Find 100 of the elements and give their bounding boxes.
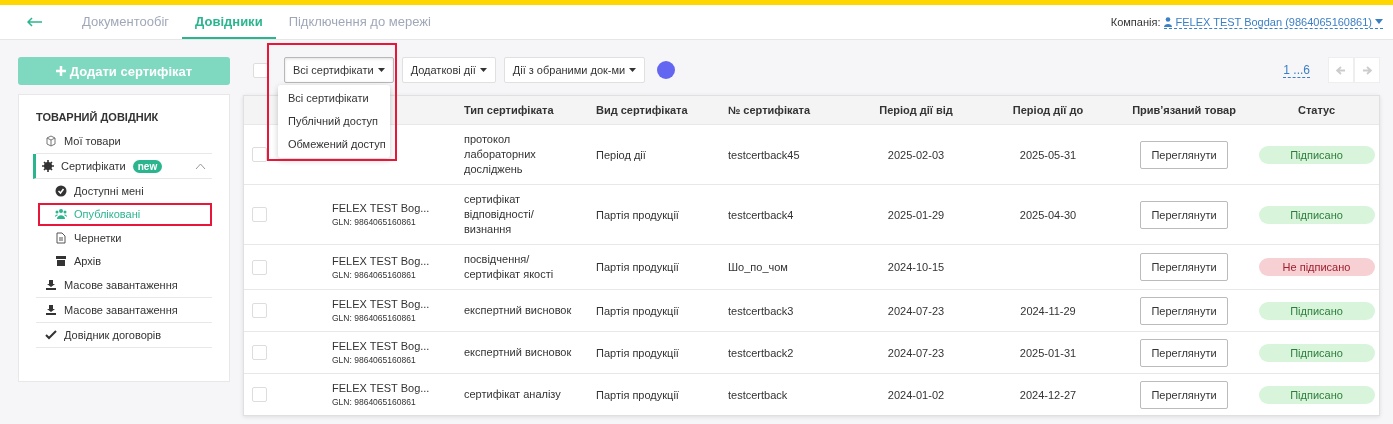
plus-icon — [55, 66, 66, 76]
pagination-link[interactable]: 1 ...6 — [1283, 62, 1310, 78]
owner-name: FELEX TEST Bog... — [332, 340, 431, 352]
sidebar-subitem[interactable]: Доступні мені — [38, 179, 212, 203]
table-cell: 2024-07-23 — [887, 346, 945, 359]
next-page-button[interactable] — [1354, 57, 1380, 83]
table-cell-text: Партія продукції — [596, 346, 680, 359]
actions-dropdown[interactable]: Дії з обраними док-ми — [503, 57, 646, 83]
sidebar-item[interactable]: Мої товари — [36, 129, 212, 154]
view-button[interactable]: Переглянути — [1140, 380, 1228, 409]
view-button[interactable]: Переглянути — [1140, 253, 1228, 281]
view-button[interactable]: Переглянути — [1140, 200, 1228, 229]
owner-gln: GLN: 9864065160861 — [332, 397, 417, 407]
table-cell-text: протокол лабораторних досліджень — [464, 132, 537, 177]
chevron-icon[interactable] — [195, 162, 206, 170]
row-checkbox[interactable] — [252, 147, 267, 162]
view-button[interactable]: Переглянути — [1140, 296, 1228, 325]
table-cell-text: Партія продукції — [596, 208, 680, 221]
status-badge: Не підписано — [1258, 258, 1375, 276]
column-header: Період дії до — [1011, 104, 1085, 116]
caret-icon — [1375, 19, 1383, 24]
filter-dropdown[interactable]: Всі сертифікати — [284, 57, 394, 83]
actions-dropdown[interactable]: Додаткові дії — [401, 57, 496, 83]
caret-icon — [629, 68, 637, 72]
column-header: № сертифіката — [727, 104, 812, 116]
sidebar-subitem[interactable]: Архів — [38, 249, 212, 273]
checkmark-icon — [45, 329, 57, 341]
download-icon — [45, 304, 57, 316]
row-checkbox[interactable] — [252, 387, 267, 402]
owner-gln: GLN: 9864065160861 — [332, 355, 417, 365]
table-cell-text: сертифікат відповідності/ визнання — [464, 192, 535, 237]
owner-name: FELEX TEST Bog... — [332, 202, 431, 214]
sidebar-item[interactable]: Масове завантаження — [36, 273, 212, 298]
owner-gln: GLN: 9864065160861 — [332, 269, 417, 280]
table-cell-text: testcertback3 — [728, 304, 795, 317]
company-selector[interactable]: FELEX TEST Bogdan (9864065160861) — [1164, 15, 1383, 29]
table-cell: 2025-04-30 — [1019, 208, 1077, 221]
status-badge: Підписано — [1258, 385, 1375, 404]
table-cell-text: testcertback2 — [728, 346, 795, 359]
table-cell: 2024-07-23 — [887, 304, 945, 317]
previous-page-button[interactable] — [1328, 57, 1354, 83]
column-header: Статус — [1296, 104, 1337, 116]
status-badge: Підписано — [1258, 145, 1375, 164]
sidebar-item[interactable]: Масове завантаження — [36, 298, 212, 323]
status-badge: Підписано — [1258, 301, 1375, 320]
status-badge: Підписано — [1258, 205, 1375, 224]
menu-item[interactable]: Всі сертифікати — [278, 87, 390, 110]
row-checkbox[interactable] — [252, 303, 267, 318]
sidebar-title: ТОВАРНИЙ ДОВІДНИК — [36, 111, 160, 123]
new-badge: new — [132, 159, 163, 173]
table-cell: 2024-01-02 — [887, 388, 945, 401]
view-button[interactable]: Переглянути — [1140, 140, 1228, 169]
users-icon — [55, 208, 67, 221]
sidebar-item[interactable]: Довідник договорів — [36, 323, 212, 348]
caret-icon — [479, 68, 487, 72]
column-header: Вид сертифіката — [595, 104, 689, 116]
owner-name: FELEX TEST Bog... — [332, 298, 431, 310]
table-cell: 2025-01-31 — [1019, 346, 1077, 359]
menu-item[interactable]: Публічний доступ — [278, 110, 390, 133]
sidebar-item[interactable]: Сертифікати new — [33, 154, 212, 179]
table-cell-text: експертний висновок — [464, 303, 573, 318]
owner-gln: GLN: 9864065160861 — [332, 313, 417, 323]
table-cell-text: testcertback45 — [728, 148, 801, 161]
column-header: Тип сертифіката — [463, 104, 555, 116]
table-cell: 2024-10-15 — [887, 261, 945, 273]
table-cell: 2024-12-27 — [1019, 388, 1077, 401]
caret-icon — [377, 68, 385, 72]
menu-item[interactable]: Обмежений доступ — [278, 133, 390, 156]
table-cell-text: експертний висновок — [464, 345, 573, 360]
table-cell-text: посвідчення/ сертифікат якості — [464, 252, 555, 282]
column-header: Прив’язаний товар — [1131, 104, 1237, 116]
table-cell-text: Партія продукції — [596, 261, 680, 273]
company-label: Компанія: — [1110, 16, 1161, 28]
status-badge: Підписано — [1258, 343, 1375, 362]
table-cell: 2025-02-03 — [887, 148, 945, 161]
table-cell: 2025-01-29 — [887, 208, 945, 221]
row-checkbox[interactable] — [252, 259, 267, 275]
view-button[interactable]: Переглянути — [1140, 338, 1228, 367]
indicator-dot — [657, 61, 676, 79]
column-header: Період дії від — [878, 104, 954, 116]
table-cell: 2024-11-29 — [1020, 304, 1076, 317]
left-arrow-icon — [1336, 65, 1346, 75]
table-cell-text: Період дії — [596, 148, 647, 161]
table-cell-text: Шо_по_чом — [728, 261, 789, 273]
table-cell-text: сертифікат аналізу — [464, 387, 562, 402]
back-arrow-icon[interactable] — [27, 17, 43, 27]
row-checkbox[interactable] — [252, 345, 267, 360]
owner-gln: GLN: 9864065160861 — [332, 217, 417, 227]
box-icon — [45, 135, 57, 147]
table-cell: 2025-05-31 — [1019, 148, 1077, 161]
user-icon — [1164, 16, 1173, 27]
sidebar-subitem[interactable]: Чернетки — [38, 226, 212, 250]
table-cell-text: testcertback — [728, 388, 789, 401]
owner-name: FELEX TEST Bog... — [332, 382, 431, 394]
row-checkbox[interactable] — [252, 207, 267, 222]
right-arrow-icon — [1362, 65, 1372, 75]
table-cell-text: testcertback4 — [728, 208, 795, 221]
table-cell-text: Партія продукції — [596, 304, 680, 317]
gear-icon — [42, 160, 54, 172]
document-icon — [55, 231, 67, 244]
